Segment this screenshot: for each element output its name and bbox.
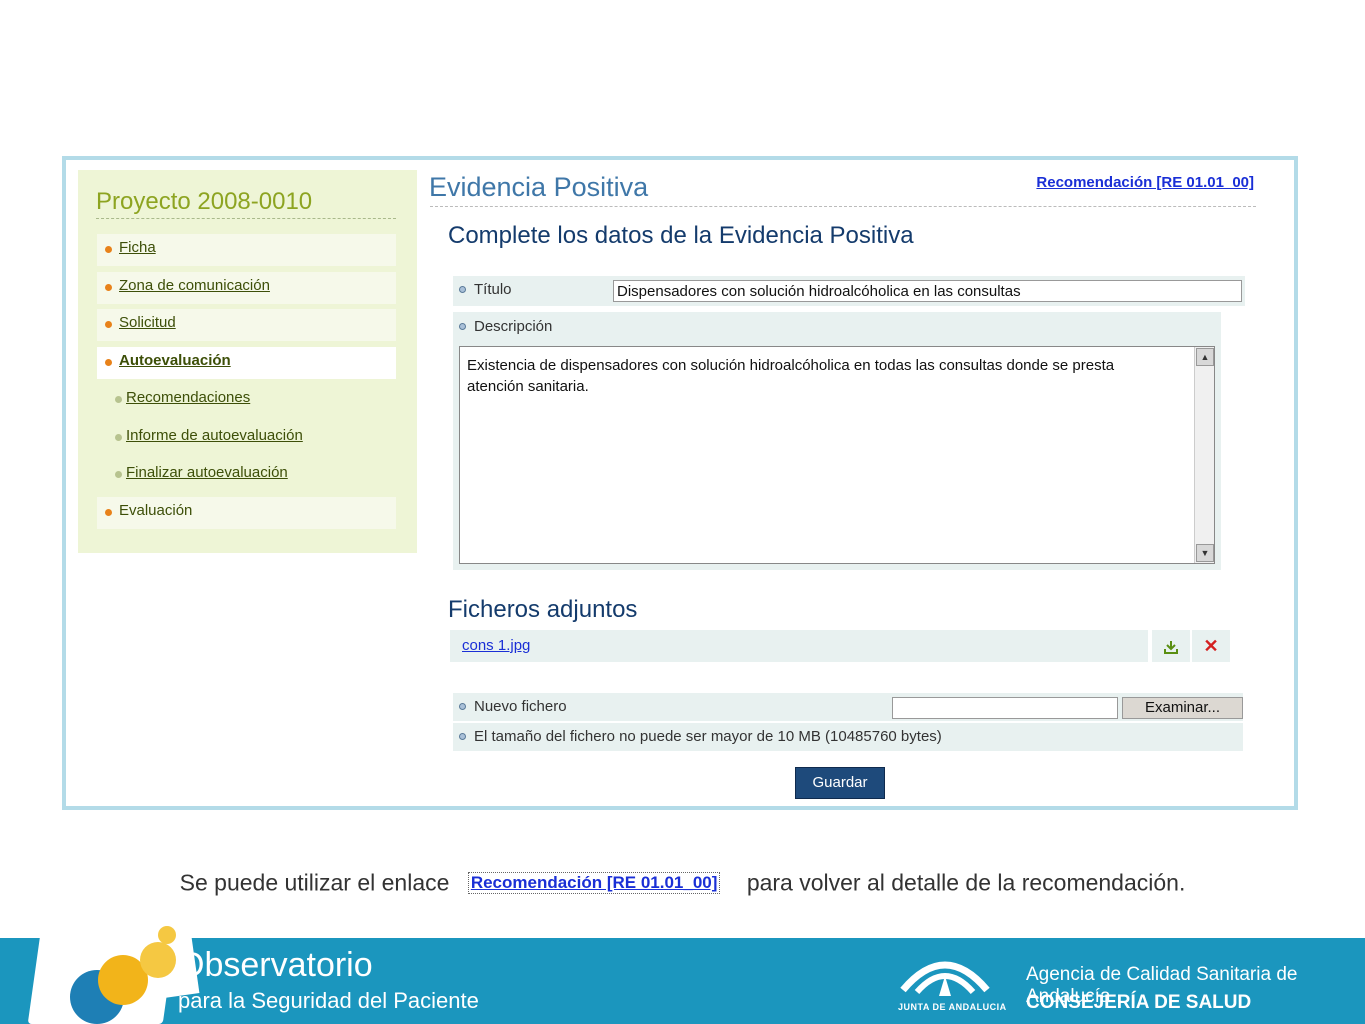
field-bullet-icon [459, 733, 466, 740]
field-bullet-icon [459, 286, 466, 293]
sidebar-item-label[interactable]: Ficha [119, 239, 156, 256]
sidebar-item-label: Evaluación [119, 502, 193, 519]
file-path-input[interactable] [892, 697, 1118, 719]
sidebar-subitem-label[interactable]: Finalizar autoevaluación [126, 464, 288, 481]
delete-icon[interactable]: ✕ [1192, 630, 1230, 662]
attached-file-link[interactable]: cons 1.jpg [462, 637, 530, 654]
titulo-label: Título [474, 281, 512, 298]
caption-after: para volver al detalle de la recomendaci… [746, 869, 1186, 896]
logo-circle-icon [158, 926, 176, 944]
save-button[interactable]: Guardar [795, 767, 885, 799]
descripcion-label-wrap: Descripción [453, 318, 552, 336]
sidebar-item-label[interactable]: Zona de comunicación [119, 277, 270, 294]
size-note: El tamaño del fichero no puede ser mayor… [474, 728, 942, 745]
field-bullet-icon [459, 703, 466, 710]
bullet-icon [105, 359, 112, 366]
titulo-field[interactable]: Dispensadores con solución hidroalcóholi… [613, 280, 1242, 302]
junta-andalucia-label: JUNTA DE ANDALUCIA [898, 1002, 1007, 1012]
bullet-icon [105, 509, 112, 516]
sidebar-subitem-informe[interactable]: Informe de autoevaluación [115, 425, 303, 447]
sidebar-item-label[interactable]: Solicitud [119, 314, 176, 331]
sidebar-subitem-label[interactable]: Recomendaciones [126, 389, 250, 406]
consejeria-label: CONSEJERÍA DE SALUD [1026, 992, 1252, 1013]
scroll-down-icon[interactable]: ▼ [1196, 544, 1214, 562]
field-bullet-icon [459, 323, 466, 330]
browse-button[interactable]: Examinar... [1122, 697, 1243, 719]
sidebar-item-solicitud[interactable]: Solicitud [97, 309, 396, 341]
sidebar-subitem-recomendaciones[interactable]: Recomendaciones [115, 387, 250, 409]
attached-file-row: cons 1.jpg [450, 630, 1148, 662]
textarea-scrollbar[interactable]: ▲ ▼ [1194, 347, 1214, 563]
observatorio-subtitle: para la Seguridad del Paciente [178, 988, 479, 1013]
download-icon[interactable] [1152, 630, 1190, 662]
sidebar-item-zona-comunicacion[interactable]: Zona de comunicación [97, 272, 396, 304]
sub-bullet-icon [115, 471, 122, 478]
sub-bullet-icon [115, 434, 122, 441]
bullet-icon [105, 321, 112, 328]
sidebar-subitem-finalizar[interactable]: Finalizar autoevaluación [115, 462, 288, 484]
caption-before: Se puede utilizar el enlace [179, 869, 450, 896]
logo-circle-icon [140, 942, 176, 978]
bullet-icon [105, 246, 112, 253]
files-heading: Ficheros adjuntos [448, 596, 638, 623]
descripcion-text: Existencia de dispensadores con solución… [467, 357, 1115, 395]
observatorio-title: Observatorio [178, 946, 373, 984]
sub-bullet-icon [115, 396, 122, 403]
recommendation-link[interactable]: Recomendación [RE 01.01_00] [1036, 174, 1254, 191]
sidebar-item-label[interactable]: Autoevaluación [119, 352, 231, 369]
size-note-row: El tamaño del fichero no puede ser mayor… [453, 723, 1243, 751]
descripcion-textarea[interactable]: Existencia de dispensadores con solución… [459, 346, 1215, 564]
caption-link: Recomendación [RE 01.01_00] [467, 871, 721, 894]
nuevo-fichero-label: Nuevo fichero [474, 698, 567, 715]
sidebar-subitem-label[interactable]: Informe de autoevaluación [126, 427, 303, 444]
sidebar: Proyecto 2008-0010 Ficha Zona de comunic… [78, 170, 417, 553]
bullet-icon [105, 284, 112, 291]
caption: Se puede utilizar el enlace Recomendació… [0, 868, 1365, 896]
sidebar-item-autoevaluacion[interactable]: Autoevaluación [97, 347, 396, 379]
app-frame: Proyecto 2008-0010 Ficha Zona de comunic… [62, 156, 1298, 810]
page-title: Evidencia Positiva [429, 172, 649, 202]
sidebar-item-ficha[interactable]: Ficha [97, 234, 396, 266]
project-title: Proyecto 2008-0010 [96, 188, 396, 219]
scroll-up-icon[interactable]: ▲ [1196, 348, 1214, 366]
title-divider [430, 206, 1256, 207]
descripcion-label: Descripción [474, 318, 553, 335]
form-heading: Complete los datos de la Evidencia Posit… [448, 222, 914, 249]
sidebar-item-evaluacion: Evaluación [97, 497, 396, 529]
